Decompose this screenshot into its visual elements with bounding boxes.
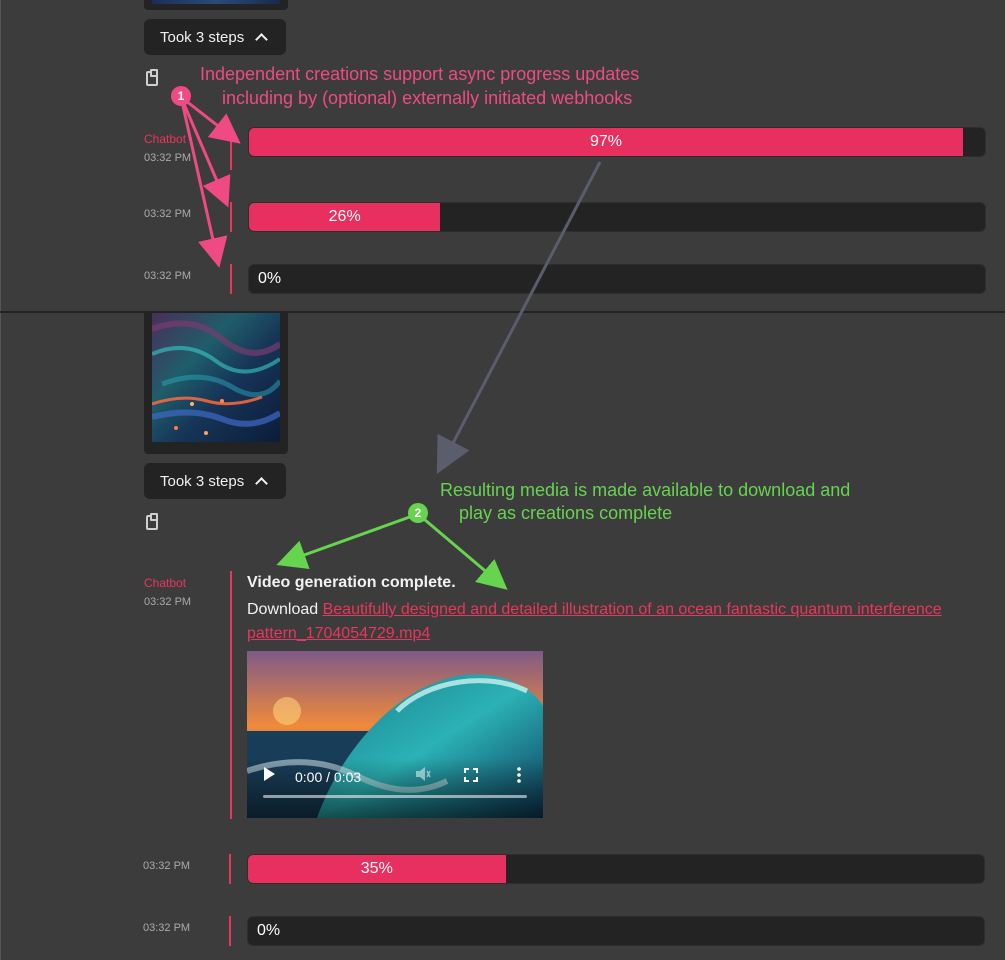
message-rule: [230, 264, 232, 294]
progress-bar: 0%: [248, 264, 986, 294]
progress-label: 97%: [589, 133, 622, 150]
clipboard-icon[interactable]: [146, 69, 158, 86]
chevron-up-icon: [256, 476, 266, 486]
progress-bar: 97%: [248, 127, 986, 157]
download-line: Download Beautifully designed and detail…: [247, 598, 947, 646]
progress-label: 26%: [328, 208, 361, 225]
annotation-line: Resulting media is made available to dow…: [440, 480, 851, 500]
took-steps-toggle[interactable]: Took 3 steps: [144, 463, 286, 499]
steps-label: Took 3 steps: [160, 472, 245, 490]
message-rule: [229, 854, 231, 884]
mute-icon[interactable]: [415, 766, 431, 785]
annotation-badge: 2: [408, 503, 428, 523]
progress-bar: 35%: [247, 854, 985, 884]
generated-image-thumbnail-top[interactable]: [144, 0, 288, 10]
download-prefix: Download: [247, 601, 323, 618]
message-rule: [230, 202, 232, 232]
more-options-icon[interactable]: [517, 767, 521, 786]
progress-bar: 26%: [248, 202, 986, 232]
video-player[interactable]: 0:00 / 0:03: [247, 651, 543, 818]
completion-title: Video generation complete.: [247, 574, 456, 591]
progress-label: 35%: [360, 860, 393, 877]
annotation-line: including by (optional) externally initi…: [222, 88, 633, 108]
message-time: 03:32 PM: [143, 860, 191, 872]
message-time: 03:32 PM: [143, 922, 191, 934]
chevron-up-icon: [256, 32, 266, 42]
clipboard-icon[interactable]: [146, 513, 158, 530]
video-time: 0:00 / 0:03: [295, 769, 362, 785]
message-author: Chatbot: [144, 132, 187, 146]
steps-label: Took 3 steps: [160, 28, 245, 46]
message-time: 03:32 PM: [144, 270, 192, 282]
play-icon[interactable]: [263, 767, 275, 784]
generated-image-thumbnail[interactable]: [144, 313, 288, 454]
message-rule: [229, 916, 231, 946]
progress-label: 0%: [258, 270, 282, 287]
message-time: 03:32 PM: [144, 152, 192, 164]
seek-bar[interactable]: [263, 795, 527, 798]
annotation-text: Resulting media is made available to dow…: [440, 479, 850, 525]
fullscreen-icon[interactable]: [464, 768, 478, 785]
message-rule: [230, 571, 232, 819]
message-time: 03:32 PM: [144, 208, 192, 220]
annotation-line: play as creations complete: [459, 503, 673, 523]
message-rule: [230, 127, 232, 170]
annotation-line: Independent creations support async prog…: [200, 64, 640, 84]
annotation-text: Independent creations support async prog…: [200, 62, 639, 110]
chat-panel-top: Took 3 steps Chatbot 03:32 PM 97% 03:32 …: [0, 0, 1005, 311]
video-controls: 0:00 / 0:03: [247, 758, 543, 818]
ocean-wave-image: [152, 313, 280, 442]
progress-bar: 0%: [247, 916, 985, 946]
message-time: 03:32 PM: [144, 596, 192, 608]
took-steps-toggle[interactable]: Took 3 steps: [144, 19, 286, 55]
download-link[interactable]: Beautifully designed and detailed illust…: [247, 601, 942, 642]
message-author: Chatbot: [144, 576, 187, 590]
progress-label: 0%: [257, 922, 281, 939]
annotation-badge: 1: [171, 86, 191, 106]
